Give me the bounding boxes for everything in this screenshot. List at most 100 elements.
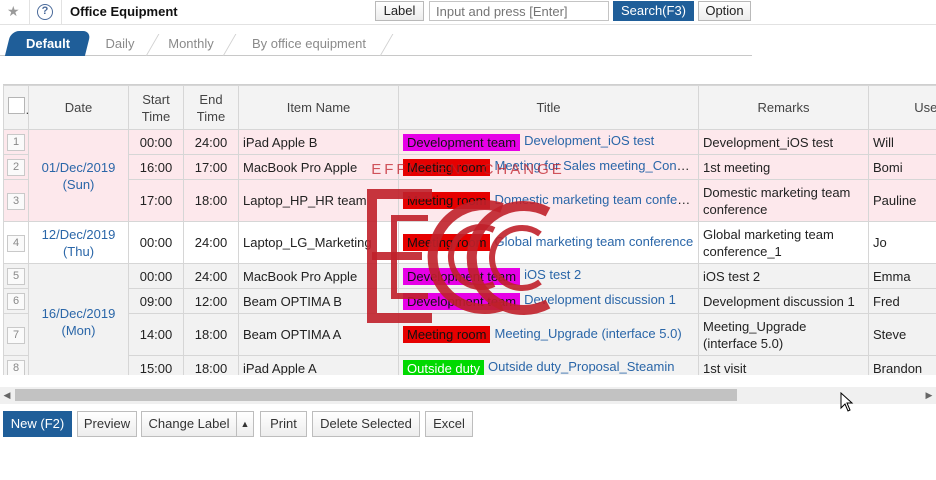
title-link[interactable]: Outside duty_Proposal_Steamin [488,359,674,374]
excel-button[interactable]: Excel [425,411,473,437]
title-link[interactable]: Global marketing team conference [494,234,693,249]
header-row: Date Start Time End Time Item Name Title… [3,85,936,130]
table-row[interactable]: 3 17:00 18:00 Laptop_HP_HR team Meeting … [3,179,936,222]
title-cell[interactable]: Development team Development discussion 1 [398,288,699,314]
title-cell[interactable]: Outside duty Outside duty_Proposal_Steami… [398,355,699,375]
label-badge: Development team [403,292,521,310]
delete-selected-button[interactable]: Delete Selected [312,411,420,437]
title-link[interactable]: Development discussion 1 [524,292,676,307]
row-number[interactable]: 1 [7,134,25,151]
table-row[interactable]: 5 16/Dec/2019 (Mon) 00:00 24:00 MacBook P… [3,263,936,375]
change-label-dropdown-icon[interactable]: ▲ [236,411,254,437]
end-time: 17:00 [183,154,239,180]
item-name: Laptop_HP_HR team [238,179,399,222]
search-input[interactable] [429,1,609,21]
favorite-star-icon[interactable]: ★ [7,3,21,19]
tab-daily[interactable]: Daily [90,31,150,56]
column-header-date[interactable]: Date [28,85,129,130]
table-row[interactable]: 6 09:00 12:00 Beam OPTIMA B Development … [3,288,936,314]
row-number-cell[interactable]: 4 [3,221,29,264]
title-cell[interactable]: Meeting room Domestic marketing team conf… [398,179,699,222]
title-cell[interactable]: Meeting room Global marketing team confer… [398,221,699,264]
column-header-remarks[interactable]: Remarks [698,85,869,130]
row-number-cell[interactable]: 5 [3,263,29,289]
row-number-cell[interactable]: 7 [3,313,29,356]
column-header-end-time[interactable]: End Time [183,85,239,130]
table-row[interactable]: 8 15:00 18:00 iPad Apple A Outside duty O… [3,355,936,375]
end-time: 12:00 [183,288,239,314]
date-cell: 01/Dec/2019 (Sun) [28,129,129,222]
title-link[interactable]: iOS test 2 [524,267,581,282]
reservation-grid: Date Start Time End Time Item Name Title… [3,84,936,375]
label-badge: Meeting room [403,158,491,176]
item-name: Beam OPTIMA A [238,313,399,356]
column-header-item-name[interactable]: Item Name [238,85,399,130]
page-title: Office Equipment [70,4,178,19]
row-number[interactable]: 2 [7,159,25,176]
item-name: iPad Apple B [238,129,399,155]
remarks: Development_iOS test [698,129,869,155]
title-cell[interactable]: Meeting room Meeting for Sales meeting_Co… [398,154,699,180]
table-row[interactable]: 7 14:00 18:00 Beam OPTIMA A Meeting room… [3,313,936,356]
title-cell[interactable]: Development team iOS test 2 [398,263,699,289]
row-number[interactable]: 8 [7,360,25,375]
title-link[interactable]: Development_iOS test [524,133,654,148]
row-number[interactable]: 4 [7,234,25,252]
tab-monthly[interactable]: Monthly [157,31,225,56]
column-header-title[interactable]: Title [398,85,699,130]
row-number[interactable]: 5 [7,268,25,285]
user: Fred [868,288,936,314]
remarks: Development discussion 1 [698,288,869,314]
help-icon[interactable]: ? [37,4,53,20]
horizontal-scrollbar[interactable]: ◀ ▶ [0,387,936,404]
search-button[interactable]: Search(F3) [613,1,694,21]
end-time: 24:00 [183,263,239,289]
title-link[interactable]: Meeting for Sales meeting_Cong Cafe [494,158,697,173]
title-link[interactable]: Meeting_Upgrade (interface 5.0) [494,326,681,341]
row-number[interactable]: 3 [7,192,25,210]
column-header-user[interactable]: User [868,85,936,130]
label-button[interactable]: Label [375,1,424,21]
date-label: 12/Dec/2019 [41,226,116,242]
user: Jo [868,221,936,264]
option-button[interactable]: Option [698,1,751,21]
preview-button[interactable]: Preview [77,411,137,437]
start-time: 16:00 [128,154,184,180]
tab-default[interactable]: Default [4,31,92,56]
user: Emma [868,263,936,289]
row-number-cell[interactable]: 1 [3,129,29,155]
table-row[interactable]: 2 16:00 17:00 MacBook Pro Apple Meeting … [3,154,936,180]
title-cell[interactable]: Meeting room Meeting_Upgrade (interface 5… [398,313,699,356]
column-header-start-time[interactable]: Start Time [128,85,184,130]
start-time: 00:00 [128,263,184,289]
table-row[interactable]: 4 12/Dec/2019 (Thu) 00:00 24:00 Laptop_LG… [3,221,936,264]
tab-by-office-equipment[interactable]: By office equipment [234,31,384,56]
print-button[interactable]: Print [260,411,307,437]
select-all-cell[interactable] [3,85,29,130]
row-number[interactable]: 6 [7,293,25,310]
row-number-cell[interactable]: 6 [3,288,29,314]
scroll-right-arrow-icon[interactable]: ▶ [922,387,936,404]
end-time: 18:00 [183,313,239,356]
remarks: 1st meeting [698,154,869,180]
end-time: 18:00 [183,355,239,375]
user: Bomi [868,154,936,180]
row-number[interactable]: 7 [7,326,25,344]
table-row[interactable]: 1 01/Dec/2019 (Sun) 00:00 24:00 iPad Appl… [3,129,936,222]
item-name: Beam OPTIMA B [238,288,399,314]
row-number-cell[interactable]: 8 [3,355,29,375]
end-time: 18:00 [183,179,239,222]
title-cell[interactable]: Development team Development_iOS test [398,129,699,155]
select-all-checkbox[interactable] [8,97,25,114]
row-number-cell[interactable]: 3 [3,179,29,222]
scrollbar-thumb[interactable] [15,389,737,401]
remarks: Global marketing team conference_1 [698,221,869,264]
title-link[interactable]: Domestic marketing team conference [494,192,697,207]
item-name: MacBook Pro Apple [238,154,399,180]
new-button[interactable]: New (F2) [3,411,72,437]
remarks: iOS test 2 [698,263,869,289]
scroll-left-arrow-icon[interactable]: ◀ [0,387,14,404]
item-name: MacBook Pro Apple [238,263,399,289]
row-number-cell[interactable]: 2 [3,154,29,180]
change-label-button[interactable]: Change Label [141,411,237,437]
